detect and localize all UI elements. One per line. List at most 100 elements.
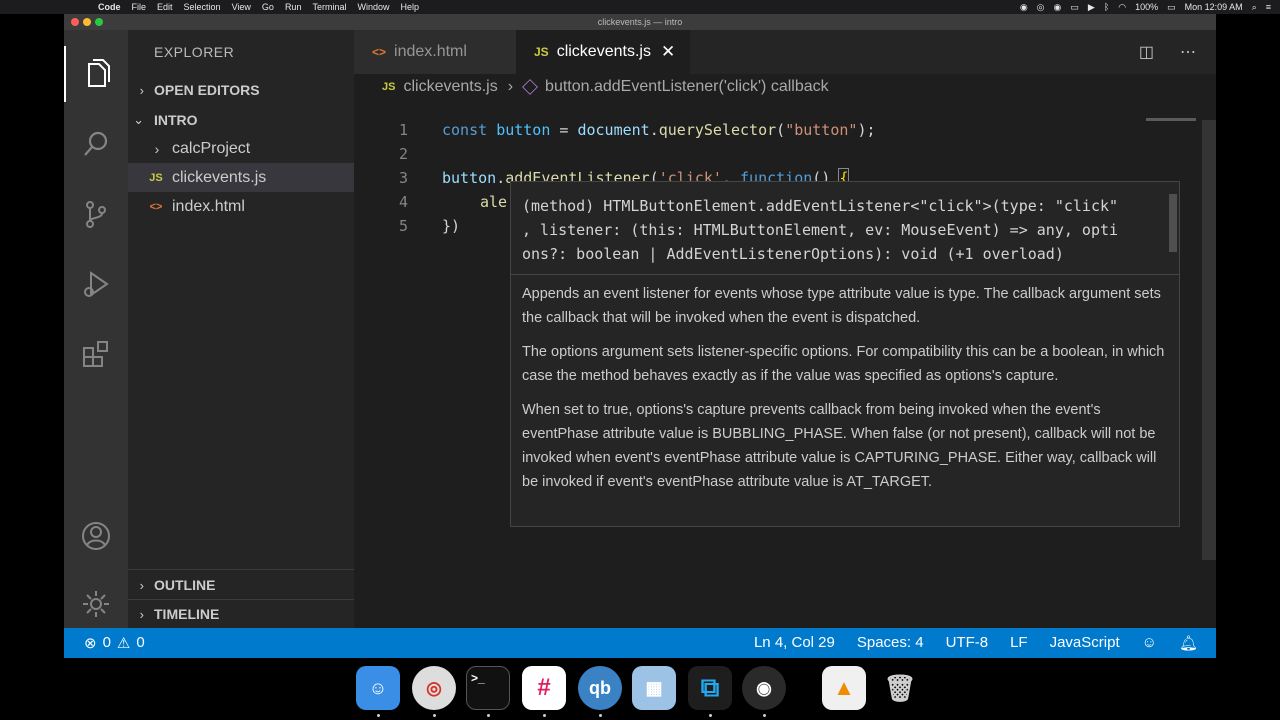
airplay-icon[interactable]: ▭ <box>1070 2 1079 13</box>
editor-tabs: <> index.html JS clickevents.js ✕ ◫ ⋯ <box>354 30 1216 74</box>
tree-item-clickevents[interactable]: JS clickevents.js <box>128 163 354 192</box>
menu-file[interactable]: File <box>132 2 147 12</box>
doc-paragraph: Appends an event listener for events who… <box>522 286 1161 326</box>
tree-item-calcproject[interactable]: › calcProject <box>128 134 354 163</box>
tab-clickevents-js[interactable]: JS clickevents.js ✕ <box>516 30 690 74</box>
menu-selection[interactable]: Selection <box>184 2 221 12</box>
qbittorrent-icon[interactable]: qb <box>578 666 622 710</box>
menu-edit[interactable]: Edit <box>157 2 173 12</box>
notifications-bell-icon[interactable]: 🔔︎ <box>1179 634 1198 652</box>
battery-percent[interactable]: 100% <box>1135 2 1158 12</box>
finder-icon[interactable]: ☺ <box>356 666 400 710</box>
running-indicator <box>709 714 712 717</box>
language-mode[interactable]: JavaScript <box>1050 634 1120 652</box>
search-icon[interactable] <box>64 116 128 172</box>
status-items: Ln 4, Col 29 Spaces: 4 UTF-8 LF JavaScri… <box>754 634 1198 652</box>
line-number: 1 <box>398 121 408 139</box>
tab-index-html[interactable]: <> index.html <box>354 30 516 74</box>
signature-line: ons?: boolean | AddEventListenerOptions)… <box>522 245 1064 263</box>
outline-label: OUTLINE <box>154 577 216 593</box>
line-number: 3 <box>398 169 408 187</box>
breadcrumb-file[interactable]: clickevents.js <box>403 78 497 96</box>
trash-icon[interactable]: 🗑︎ <box>878 666 922 710</box>
menu-run[interactable]: Run <box>285 2 302 12</box>
title-bar: clickevents.js — intro <box>64 14 1216 30</box>
minimap[interactable] <box>1146 118 1196 121</box>
terminal-icon[interactable]: >_ <box>466 666 510 710</box>
macos-dock: ☺ ◎ >_ # qb ▦ ⧉ ◉ ▲ 🗑︎ <box>350 660 932 720</box>
preview-icon[interactable]: ▦ <box>632 666 676 710</box>
play-icon[interactable]: ▶ <box>1088 2 1095 13</box>
menu-code[interactable]: Code <box>98 2 121 12</box>
feedback-icon[interactable]: ☺ <box>1142 634 1157 652</box>
menu-terminal[interactable]: Terminal <box>312 2 346 12</box>
indentation[interactable]: Spaces: 4 <box>857 634 924 652</box>
close-tab-icon[interactable]: ✕ <box>661 42 675 62</box>
activity-bar <box>64 30 128 628</box>
control-center-icon[interactable]: ≡ <box>1266 2 1271 12</box>
status-icon[interactable]: ◉ <box>1054 2 1062 13</box>
menu-window[interactable]: Window <box>357 2 389 12</box>
warning-icon: ⚠ <box>116 635 131 652</box>
source-control-icon[interactable] <box>64 186 128 242</box>
status-icon[interactable]: ◎ <box>1037 2 1045 13</box>
running-indicator <box>599 714 602 717</box>
battery-icon[interactable]: ▭ <box>1167 2 1176 13</box>
spotlight-icon[interactable]: ⌕ <box>1252 2 1257 13</box>
chevron-right-icon: › <box>154 140 160 157</box>
breadcrumb-symbol[interactable]: button.addEventListener('click') callbac… <box>545 78 829 96</box>
run-debug-icon[interactable] <box>64 256 128 312</box>
menu-go[interactable]: Go <box>262 2 274 12</box>
editor-actions: ◫ ⋯ <box>1139 42 1196 62</box>
cursor-position[interactable]: Ln 4, Col 29 <box>754 634 835 652</box>
tree-item-label: index.html <box>172 197 245 215</box>
timeline-section[interactable]: › TIMELINE <box>128 599 354 629</box>
status-icon[interactable]: ◉ <box>1020 2 1028 13</box>
chevron-right-icon: › <box>139 606 144 622</box>
tree-item-label: calcProject <box>172 139 251 157</box>
vlc-icon[interactable]: ▲ <box>822 666 866 710</box>
editor-scrollbar[interactable] <box>1202 120 1216 560</box>
tooltip-scrollbar[interactable] <box>1169 194 1177 252</box>
code-line-5: }) <box>442 217 461 235</box>
breadcrumb: JS clickevents.js › button.addEventListe… <box>354 74 1216 100</box>
folder-label: INTRO <box>154 112 198 128</box>
menu-help[interactable]: Help <box>400 2 419 12</box>
code-line-1: const button = document.querySelector("b… <box>442 121 876 139</box>
html-file-icon: <> <box>149 200 163 213</box>
open-editors-section[interactable]: › OPEN EDITORS <box>128 75 354 105</box>
encoding[interactable]: UTF-8 <box>946 634 989 652</box>
more-actions-icon[interactable]: ⋯ <box>1180 42 1196 62</box>
chevron-right-icon: › <box>507 78 514 95</box>
tree-item-label: clickevents.js <box>172 168 267 186</box>
intro-folder-section[interactable]: ⌄ INTRO <box>128 105 354 135</box>
line-number: 4 <box>398 193 408 211</box>
doc-paragraph: When set to true, options's capture prev… <box>522 402 1157 490</box>
method-documentation: Appends an event listener for events who… <box>522 282 1168 504</box>
end-of-line[interactable]: LF <box>1010 634 1028 652</box>
tree-item-index-html[interactable]: <> index.html <box>128 192 354 221</box>
split-editor-icon[interactable]: ◫ <box>1139 42 1154 62</box>
problems-indicator[interactable]: ⊗ 0 ⚠ 0 <box>84 634 145 652</box>
accounts-icon[interactable] <box>64 508 128 564</box>
vscode-icon[interactable]: ⧉ <box>688 666 732 710</box>
signature-line: , listener: (this: HTMLButtonElement, ev… <box>522 221 1119 239</box>
outline-section[interactable]: › OUTLINE <box>128 570 354 600</box>
clock[interactable]: Mon 12:09 AM <box>1185 2 1243 12</box>
manage-gear-icon[interactable] <box>64 576 128 632</box>
chrome-icon[interactable]: ◎ <box>412 666 456 710</box>
menu-view[interactable]: View <box>232 2 251 12</box>
vscode-window: clickevents.js — intro EXPLORER › OPEN E <box>64 14 1216 658</box>
javascript-file-icon: JS <box>382 81 396 93</box>
wifi-icon[interactable]: ◠ <box>1118 2 1126 13</box>
tab-label: clickevents.js <box>556 43 651 60</box>
code-token: ale <box>480 193 508 211</box>
chevron-right-icon: › <box>139 82 144 98</box>
extensions-icon[interactable] <box>64 326 128 382</box>
explorer-icon[interactable] <box>64 46 128 102</box>
slack-icon[interactable]: # <box>522 666 566 710</box>
bluetooth-icon[interactable]: ᛒ <box>1104 2 1109 12</box>
html-file-icon: <> <box>372 45 387 59</box>
obs-icon[interactable]: ◉ <box>742 666 786 710</box>
running-indicator <box>763 714 766 717</box>
